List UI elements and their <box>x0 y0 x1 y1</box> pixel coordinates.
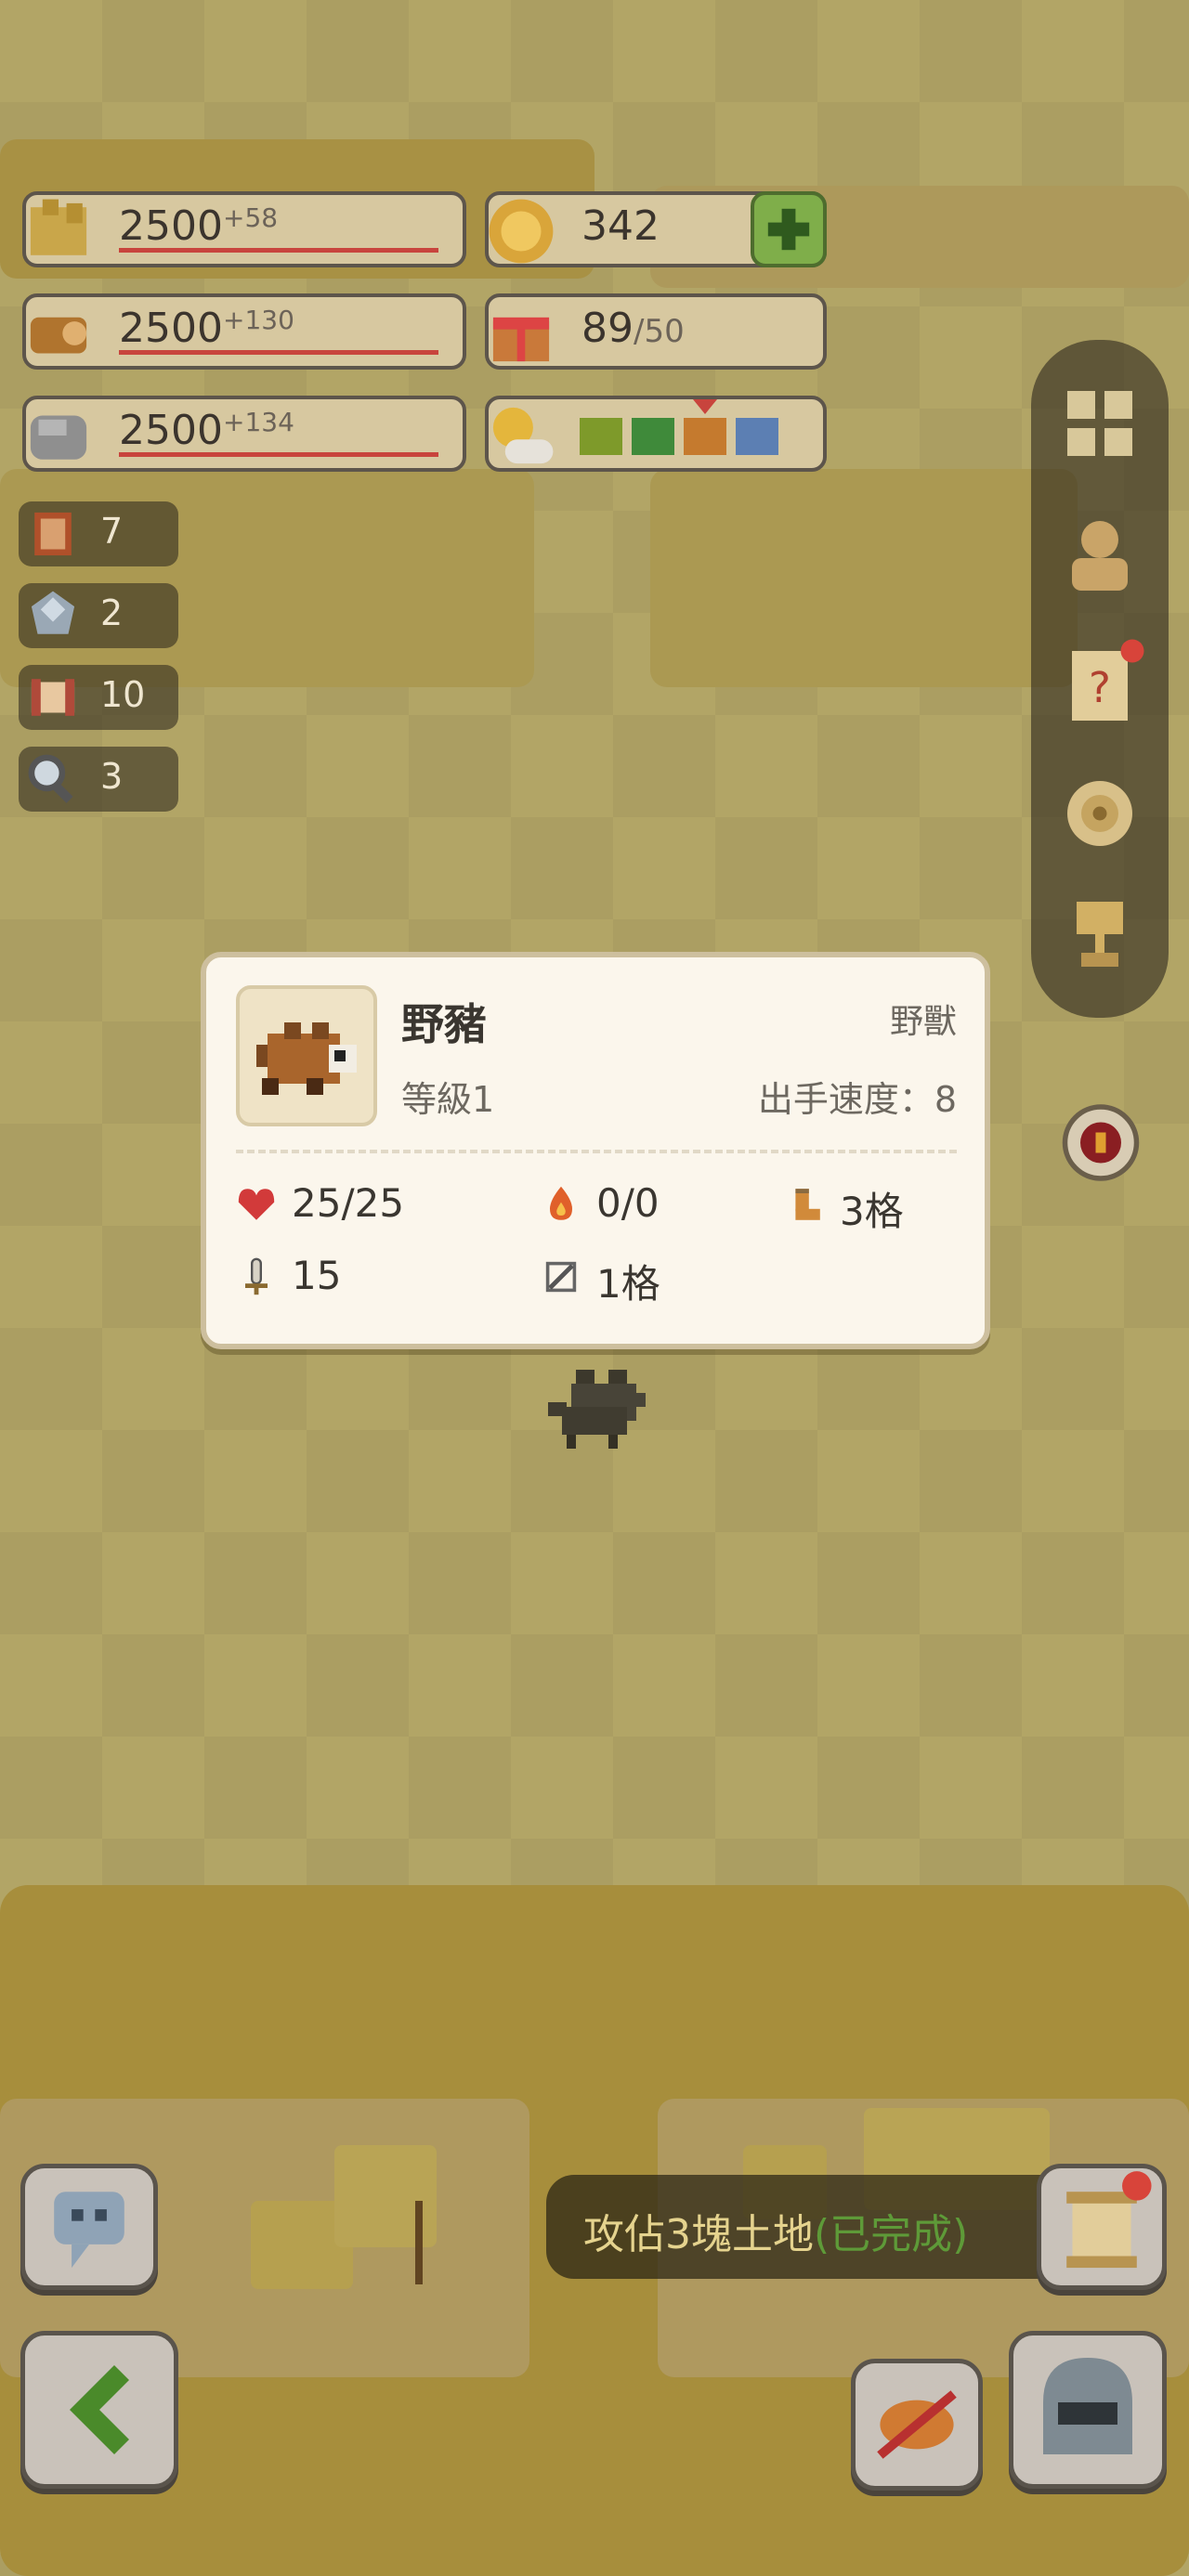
gift-value: 89 <box>581 305 634 352</box>
wheat-icon <box>30 199 87 255</box>
food-button[interactable] <box>851 2359 983 2491</box>
scroll-icon <box>1066 2171 1152 2269</box>
season-marker <box>693 399 717 414</box>
trophy-icon[interactable] <box>1053 888 1146 981</box>
wood-value: 2500 <box>119 305 223 352</box>
scroll-count: 10 <box>100 674 146 715</box>
quest-status: (已完成) <box>814 2211 969 2258</box>
heart-icon <box>238 1189 275 1220</box>
weather-season-bar[interactable] <box>485 396 827 472</box>
add-gold-button[interactable] <box>751 191 827 267</box>
quest-tracker[interactable]: 攻佔3塊土地(已完成) <box>546 2175 1104 2279</box>
boot-icon <box>795 1189 820 1220</box>
game-map[interactable]: 2500+58 2500+130 2500+134 342 89/50 7 2 … <box>0 0 1189 2576</box>
helmet-icon <box>1043 2358 1132 2454</box>
ore-icon <box>31 591 75 634</box>
attack-value: 15 <box>292 1253 342 1298</box>
season-swatch <box>736 418 778 455</box>
gold-bar: 342 <box>485 191 827 267</box>
character-icon[interactable] <box>1053 507 1146 600</box>
stone-resource-bar: 2500+134 <box>22 396 466 472</box>
wheat-increment: +58 <box>222 202 279 233</box>
gold-coin-icon <box>489 199 554 264</box>
fire-value: 0/0 <box>596 1180 660 1226</box>
bomb-event-icon[interactable] <box>1050 1086 1152 1189</box>
scroll-icon <box>31 679 75 716</box>
enemy-info-popup: 野豬 野獸 等級1 出手速度：8 25/25 0/0 3格 15 1格 <box>201 952 990 1349</box>
wood-log-icon <box>30 317 87 354</box>
book-icon <box>34 512 72 556</box>
grid-menu-icon[interactable] <box>1053 377 1146 470</box>
divider <box>236 1150 957 1153</box>
helmet-button[interactable] <box>1009 2331 1167 2489</box>
move-value: 3格 <box>840 1189 904 1234</box>
gift-box-icon <box>492 317 550 362</box>
gift-bar[interactable]: 89/50 <box>485 293 827 370</box>
magnifier-icon <box>28 754 73 803</box>
magnifier-counter[interactable]: 3 <box>19 747 178 812</box>
wood-increment: +130 <box>222 305 294 335</box>
chat-bubble-icon <box>54 2192 124 2269</box>
book-count: 7 <box>100 511 124 552</box>
ore-count: 2 <box>100 592 124 633</box>
enemy-speed: 出手速度：8 <box>757 1079 957 1120</box>
stone-icon <box>30 415 87 460</box>
chevron-left-icon <box>70 2365 129 2454</box>
season-swatch <box>632 418 674 455</box>
book-counter[interactable]: 7 <box>19 501 178 566</box>
target-icon[interactable] <box>1053 767 1146 860</box>
back-button[interactable] <box>20 2331 178 2489</box>
quest-text: 攻佔3塊土地 <box>583 2211 814 2258</box>
enemy-name: 野豬 <box>401 999 487 1049</box>
chat-button[interactable] <box>20 2164 158 2290</box>
boar-icon <box>256 1022 357 1095</box>
ore-counter[interactable]: 2 <box>19 583 178 648</box>
enemy-level: 等級1 <box>401 1079 495 1120</box>
right-sidebar-menu: ? <box>1031 340 1169 1018</box>
food-disabled-icon <box>877 2390 957 2459</box>
quest-scroll-icon[interactable]: ? <box>1053 637 1146 730</box>
svg-text:?: ? <box>1089 663 1111 712</box>
sword-icon <box>245 1257 268 1295</box>
gold-value: 342 <box>581 202 660 250</box>
fire-icon <box>550 1186 572 1220</box>
hp-value: 25/25 <box>292 1180 405 1226</box>
season-swatch <box>580 418 622 455</box>
quest-scroll-button[interactable] <box>1037 2164 1167 2290</box>
wheat-resource-bar: 2500+58 <box>22 191 466 267</box>
stone-increment: +134 <box>222 407 294 437</box>
weather-sun-cloud-icon <box>492 407 554 464</box>
scroll-counter[interactable]: 10 <box>19 665 178 730</box>
magnifier-count: 3 <box>100 756 124 797</box>
wood-resource-bar: 2500+130 <box>22 293 466 370</box>
wheat-value: 2500 <box>119 202 223 250</box>
range-icon <box>545 1261 577 1293</box>
range-value: 1格 <box>596 1261 660 1307</box>
gift-max: /50 <box>634 313 685 350</box>
boar-portrait <box>236 985 377 1126</box>
enemy-type: 野獸 <box>889 1003 957 1041</box>
season-swatch-current <box>684 418 726 455</box>
stone-value: 2500 <box>119 407 223 454</box>
plus-icon <box>767 208 810 251</box>
